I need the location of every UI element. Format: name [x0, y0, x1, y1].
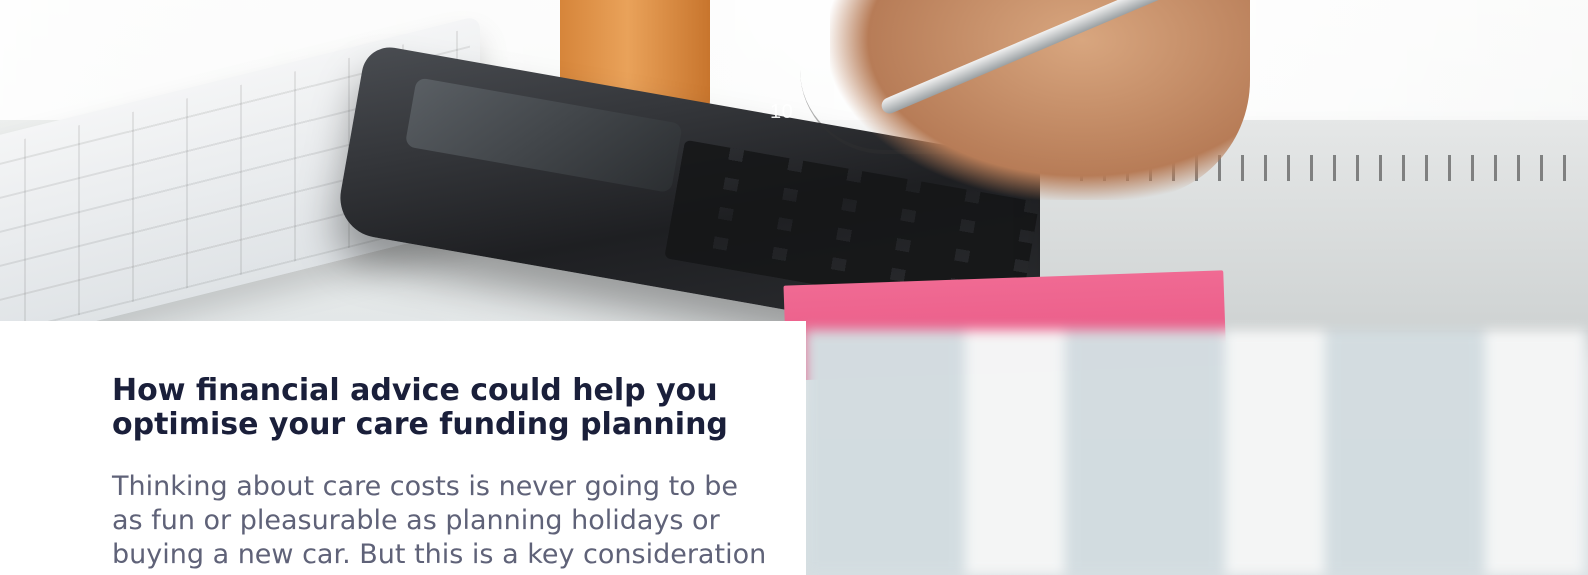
content-card: How financial advice could help you opti…	[0, 321, 806, 575]
card-title: How financial advice could help you opti…	[112, 373, 728, 442]
card-body: Thinking about care costs is never going…	[112, 471, 767, 570]
calculator-screen	[404, 77, 683, 194]
blurred-foreground	[805, 330, 1588, 575]
slide-counter: 10	[770, 101, 794, 123]
